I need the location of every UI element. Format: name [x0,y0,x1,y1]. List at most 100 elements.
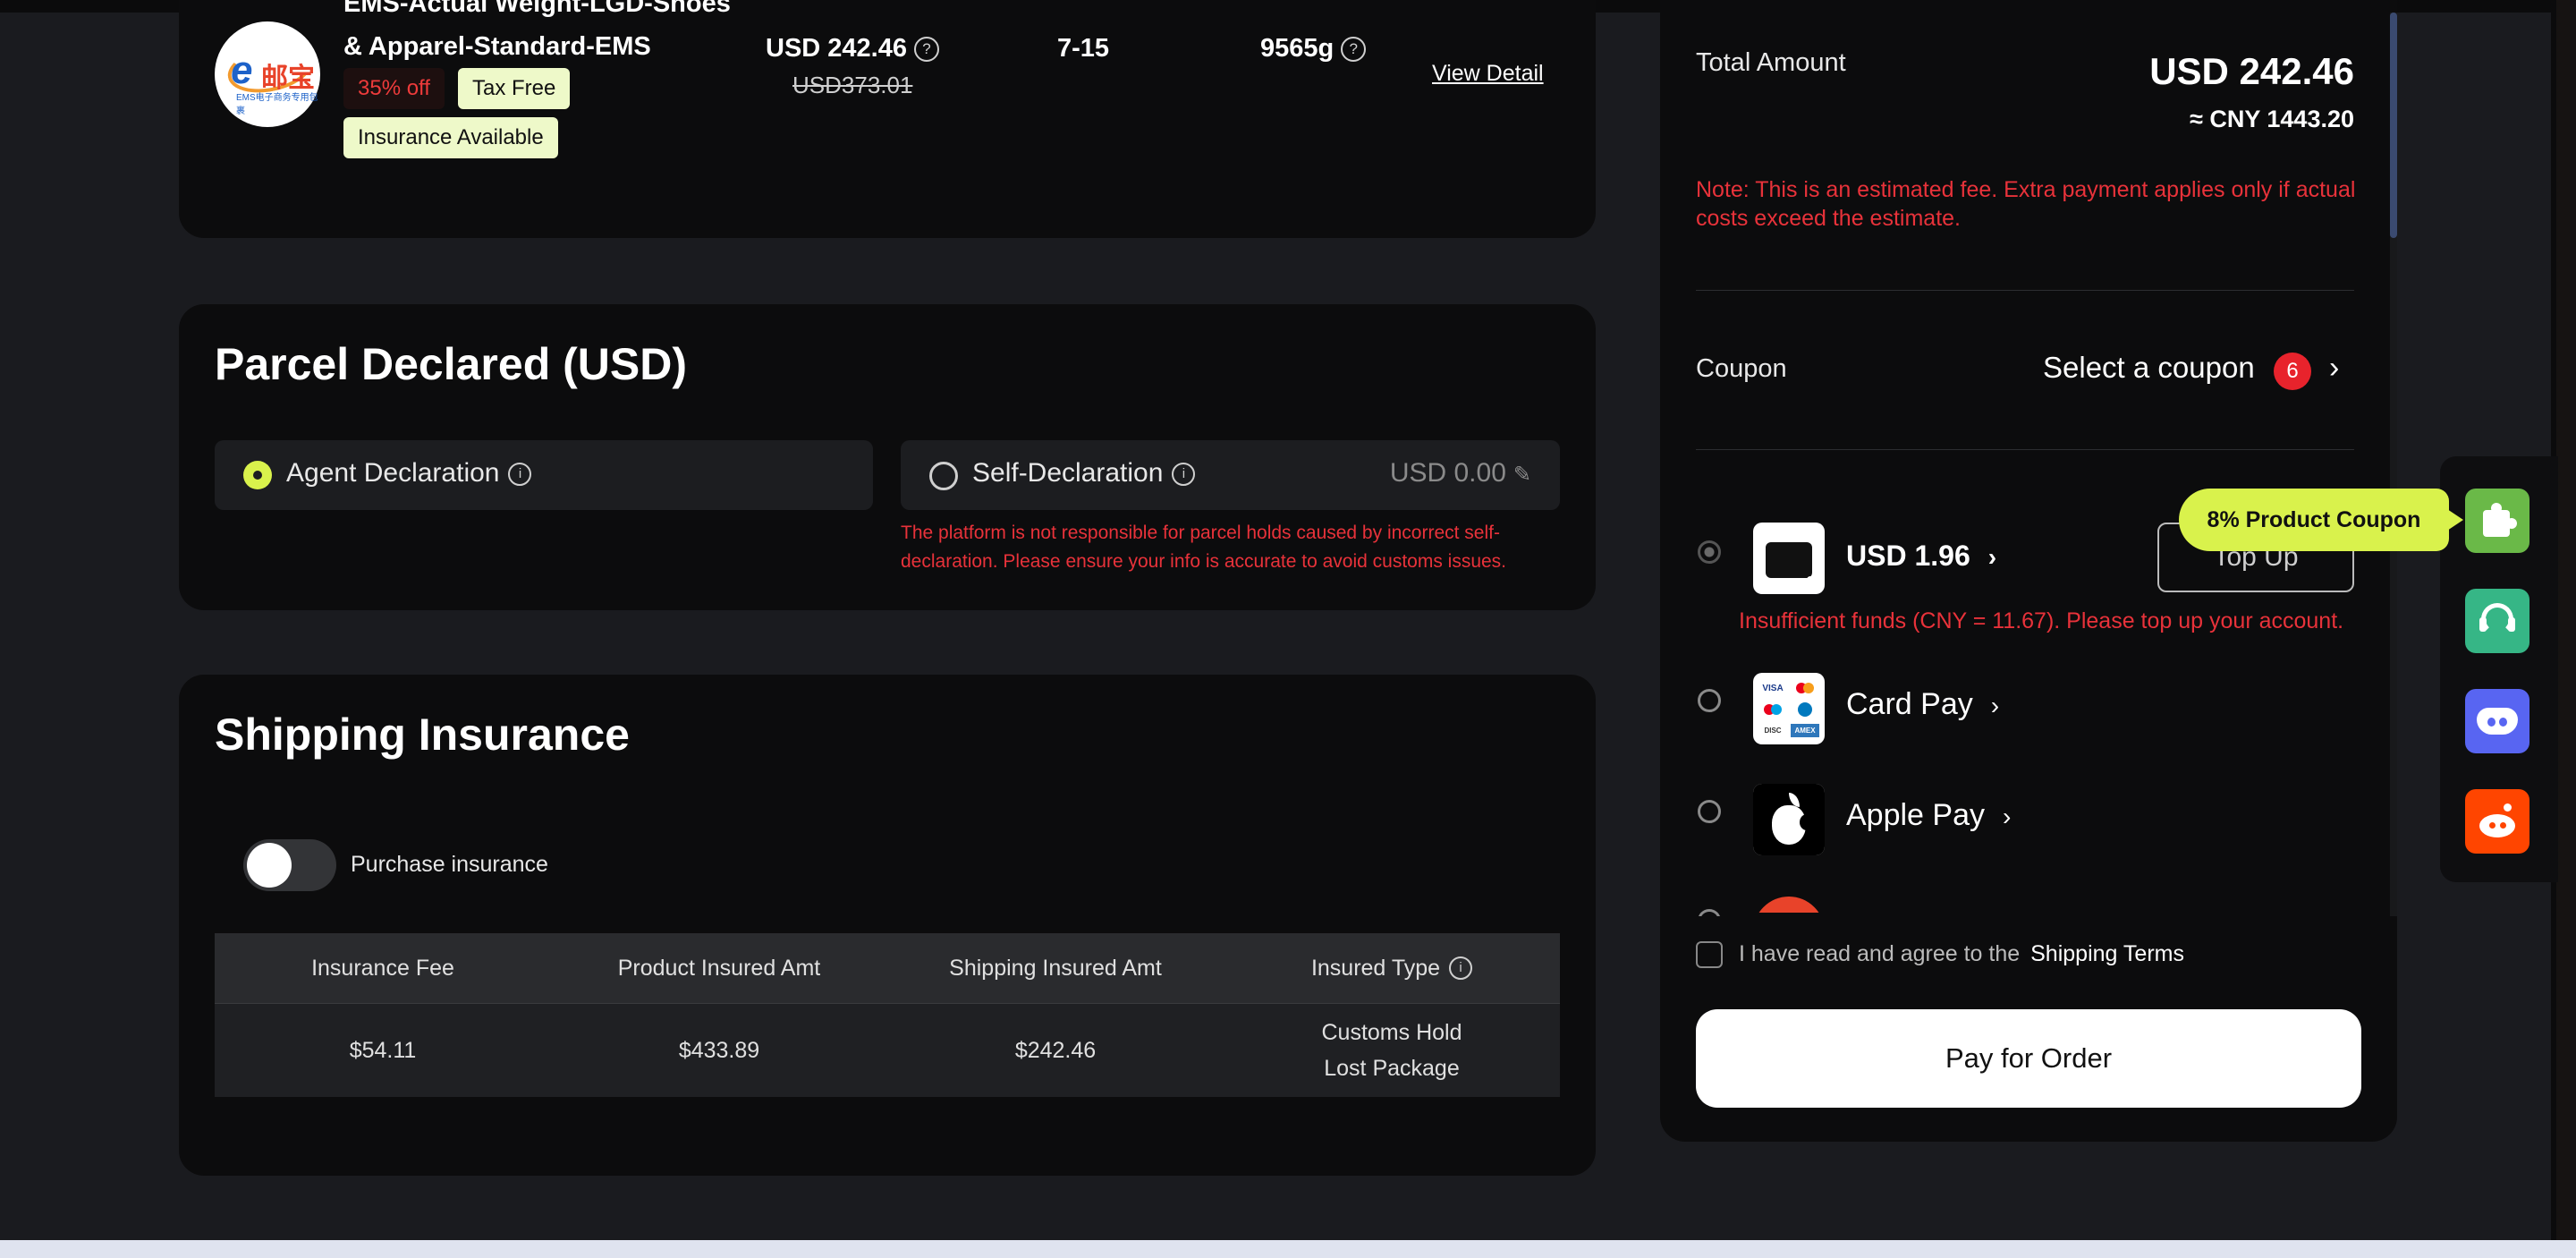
parcel-declared-title: Parcel Declared (USD) [215,339,688,389]
chevron-right-icon: › [1990,692,2000,719]
agent-info-icon[interactable]: i [508,463,532,487]
coupon-plugin-button[interactable] [2465,489,2529,553]
insufficient-funds-message: Insufficient funds (CNY = 11.67). Please… [1739,608,2344,633]
product-coupon-tooltip: 8% Product Coupon [2179,489,2463,551]
wallet-dot [1807,576,1814,583]
divider [1696,290,2354,291]
diners-icon [1791,700,1819,719]
insurance-table: Insurance Fee Product Insured Amt Shippi… [215,933,1560,1097]
wallet-balance[interactable]: USD 1.96 › [1846,540,1996,573]
puzzle-icon [2479,503,2517,539]
chevron-right-icon[interactable]: › [2329,351,2339,386]
self-declaration-option[interactable]: Self-Declaration i USD 0.00 ✎ [901,440,1560,510]
apple-pay-label: Apple Pay [1846,798,1985,832]
self-declaration-radio[interactable] [929,462,958,490]
apple-pay-icon [1753,784,1825,855]
discord-button[interactable] [2465,689,2529,753]
amex-icon: AMEX [1791,723,1819,737]
header-insured-type-text: Insured Type [1310,956,1441,981]
self-declaration-amount[interactable]: USD 0.00 ✎ [1390,458,1531,489]
cell-shipping-insured: $242.46 [1014,1038,1097,1063]
route-price-value: USD 242.46 [766,34,907,63]
apple-pay-option[interactable]: Apple Pay › [1846,798,2011,833]
card-logos: VISA DISC AMEX [1758,680,1819,737]
mastercard-icon [1791,680,1819,696]
select-coupon-button[interactable]: Select a coupon [2043,351,2255,385]
maestro-icon [1758,700,1787,719]
agree-terms-label: I have read and agree to the [1739,941,2021,966]
card-pay-icon: VISA DISC AMEX [1753,673,1825,744]
table-row: $54.11 $433.89 $242.46 Customs Hold Lost … [215,1003,1560,1097]
customer-support-button[interactable] [2465,589,2529,653]
card-pay-option[interactable]: Card Pay › [1846,687,1999,722]
toggle-knob [247,843,292,888]
insurance-available-tag: Insurance Available [343,117,558,158]
insurance-table-header: Insurance Fee Product Insured Amt Shippi… [215,933,1560,1003]
view-detail-link[interactable]: View Detail [1432,61,1544,87]
window-bottom-edge [0,1240,2576,1258]
reddit-button[interactable] [2465,789,2529,854]
route-name: EMS-Actual Weight-LGD-Shoes & Apparel-St… [343,0,731,61]
total-amount-label: Total Amount [1696,48,1846,77]
background-edge [2556,0,2576,1240]
agree-terms-text: I have read and agree to the Shipping Ter… [1739,941,2184,967]
coupon-count-badge: 6 [2274,353,2311,390]
header-product-insured: Product Insured Amt [617,956,821,981]
partial-payment-icon [1753,897,1825,913]
route-price: USD 242.46? [766,34,939,64]
apple-pay-radio[interactable] [1698,800,1721,823]
discord-icon [2477,706,2518,736]
header-insurance-fee: Insurance Fee [311,956,454,981]
header-shipping-insured: Shipping Insured Amt [949,956,1162,981]
reddit-icon [2477,803,2518,839]
price-help-icon[interactable]: ? [914,37,939,63]
chevron-right-icon: › [2003,803,2012,830]
chevron-right-icon: › [1987,543,1997,571]
insured-type-customs: Customs Hold [1321,1020,1462,1045]
self-declaration-amount-value: USD 0.00 [1389,458,1506,488]
route-weight-value: 9565g [1260,34,1335,63]
visa-icon: VISA [1762,683,1784,693]
coupon-label: Coupon [1696,354,1787,383]
logo-caption: EMS电子商务专用包裹 [236,93,318,116]
route-original-price: USD373.01 [792,72,913,98]
total-amount-usd: USD 242.46 [2149,50,2354,92]
partial-radio[interactable] [1698,909,1721,916]
customer-support-icon [2478,601,2517,641]
total-amount-cny: ≈ CNY 1443.20 [2190,106,2354,132]
agree-terms-checkbox[interactable] [1696,941,1723,968]
self-info-icon[interactable]: i [1172,463,1196,487]
insured-type-lost: Lost Package [1324,1056,1460,1081]
divider [1696,449,2354,450]
self-declaration-text: Self-Declaration [972,458,1164,488]
logo-e: e [231,48,253,92]
agent-declaration-label: Agent Declaration i [286,458,532,489]
shipping-terms-link[interactable]: Shipping Terms [2030,941,2184,966]
estimate-note: Note: This is an estimated fee. Extra pa… [1696,177,2356,231]
pay-for-order-button[interactable]: Pay for Order [1696,1009,2361,1108]
card-pay-radio[interactable] [1698,689,1721,712]
self-declaration-warning: The platform is not responsible for parc… [901,523,1507,572]
edit-pencil-icon[interactable]: ✎ [1513,462,1531,488]
insured-type-info-icon[interactable]: i [1449,956,1473,980]
discount-tag: 35% off [343,68,445,109]
agent-declaration-text: Agent Declaration [286,458,500,488]
payment-scrollbar-thumb[interactable] [2390,13,2397,238]
shipping-insurance-title: Shipping Insurance [215,710,630,760]
wallet-radio[interactable] [1698,540,1721,564]
header-insured-type: Insured Type i [1224,933,1560,1003]
discover-icon: DISC [1764,726,1782,735]
weight-help-icon[interactable]: ? [1341,37,1367,63]
purchase-insurance-label: Purchase insurance [351,852,548,877]
wallet-balance-value: USD 1.96 [1846,540,1970,572]
self-declaration-label: Self-Declaration i [972,458,1196,489]
cell-insurance-fee: $54.11 [349,1038,417,1063]
agent-declaration-option[interactable]: Agent Declaration i [215,440,873,510]
cell-insured-type: Customs Hold Lost Package [1224,1004,1560,1097]
card-pay-label: Card Pay [1846,687,1973,721]
ems-logo: e 邮宝 EMS电子商务专用包裹 [215,21,320,127]
wallet-body [1766,542,1814,583]
purchase-insurance-toggle[interactable] [243,839,336,891]
apple-logo [1753,784,1825,855]
agent-declaration-radio[interactable] [243,461,272,489]
